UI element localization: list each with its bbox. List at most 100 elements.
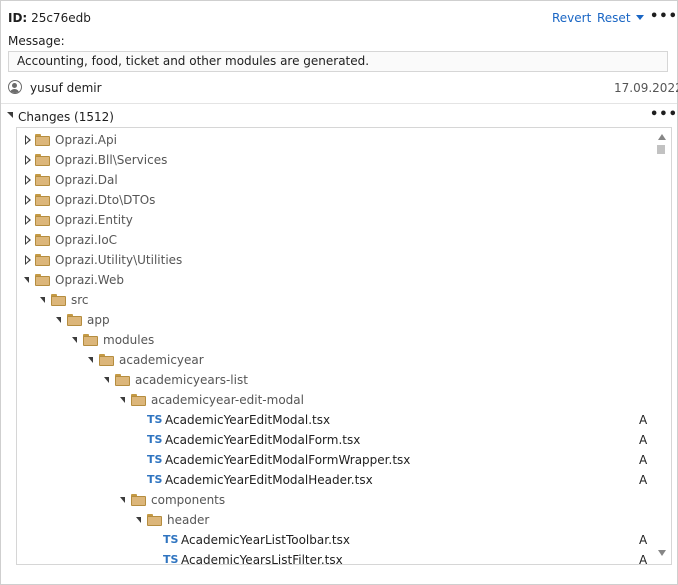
chevron-expanded-icon[interactable] xyxy=(119,490,129,510)
tree-item-label: AcademicYearsListFilter.tsx xyxy=(181,553,343,565)
tree-item-label: AcademicYearListToolbar.tsx xyxy=(181,533,350,547)
commit-id-value: 25c76edb xyxy=(31,11,91,25)
changes-header[interactable]: Changes (1512) xyxy=(18,110,114,124)
folder-icon xyxy=(51,294,66,306)
change-status-badge: A xyxy=(639,533,648,547)
tree-item-label: Oprazi.IoC xyxy=(55,233,118,247)
tree-folder-row[interactable]: academicyear xyxy=(17,350,647,370)
folder-icon xyxy=(131,494,146,506)
chevron-collapsed-icon[interactable] xyxy=(23,170,33,190)
folder-icon xyxy=(83,334,98,346)
chevron-collapsed-icon[interactable] xyxy=(23,230,33,250)
scrollbar-thumb[interactable] xyxy=(657,145,665,154)
chevron-collapsed-icon[interactable] xyxy=(23,130,33,150)
changes-collapse-toggle-icon[interactable] xyxy=(7,112,13,118)
typescript-file-icon: TS xyxy=(147,413,163,426)
chevron-expanded-icon[interactable] xyxy=(119,390,129,410)
tree-folder-row[interactable]: Oprazi.IoC xyxy=(17,230,647,250)
scroll-up-icon[interactable] xyxy=(658,134,666,140)
chevron-collapsed-icon[interactable] xyxy=(23,250,33,270)
commit-date: 17.09.2022 xyxy=(614,81,678,95)
tree-folder-row[interactable]: Oprazi.Utility\Utilities xyxy=(17,250,647,270)
change-status-badge: A xyxy=(639,413,648,427)
tree-item-label: Oprazi.Web xyxy=(55,273,124,287)
folder-icon xyxy=(131,394,146,406)
chevron-expanded-icon[interactable] xyxy=(23,270,33,290)
tree-file-row[interactable]: TS AcademicYearEditModalForm.tsx A xyxy=(17,430,647,450)
revert-button[interactable]: Revert xyxy=(552,11,591,25)
tree-item-label: Oprazi.Api xyxy=(55,133,117,147)
chevron-collapsed-icon[interactable] xyxy=(23,150,33,170)
chevron-expanded-icon[interactable] xyxy=(135,510,145,530)
tree-folder-row[interactable]: Oprazi.Bll\Services xyxy=(17,150,647,170)
chevron-expanded-icon[interactable] xyxy=(87,350,97,370)
tree-file-row[interactable]: TS AcademicYearListToolbar.tsx A xyxy=(17,530,647,550)
commit-message-field[interactable]: Accounting, food, ticket and other modul… xyxy=(8,51,668,72)
tree-file-row[interactable]: TS AcademicYearEditModalFormWrapper.tsx A xyxy=(17,450,647,470)
tree-folder-row[interactable]: academicyears-list xyxy=(17,370,647,390)
tree-folder-row[interactable]: app xyxy=(17,310,647,330)
commit-message-text: Accounting, food, ticket and other modul… xyxy=(17,54,370,68)
message-label: Message: xyxy=(8,34,65,48)
chevron-expanded-icon[interactable] xyxy=(55,310,65,330)
tree-folder-row[interactable]: src xyxy=(17,290,647,310)
tree-folder-row[interactable]: academicyear-edit-modal xyxy=(17,390,647,410)
tree-item-label: Oprazi.Bll\Services xyxy=(55,153,168,167)
more-actions-button[interactable]: ••• xyxy=(650,9,678,24)
tree-item-label: header xyxy=(167,513,210,527)
tree-file-row[interactable]: TS AcademicYearEditModalHeader.tsx A xyxy=(17,470,647,490)
tree-folder-row[interactable]: modules xyxy=(17,330,647,350)
tree-folder-row[interactable]: Oprazi.Web xyxy=(17,270,647,290)
tree-item-label: AcademicYearEditModalFormWrapper.tsx xyxy=(165,453,411,467)
folder-icon xyxy=(35,234,50,246)
tree-item-label: AcademicYearEditModalHeader.tsx xyxy=(165,473,373,487)
tree-item-label: academicyear-edit-modal xyxy=(151,393,304,407)
folder-icon xyxy=(147,514,162,526)
folder-icon xyxy=(35,154,50,166)
change-status-badge: A xyxy=(639,553,648,565)
folder-icon xyxy=(67,314,82,326)
chevron-expanded-icon[interactable] xyxy=(71,330,81,350)
typescript-file-icon: TS xyxy=(147,453,163,466)
tree-folder-row[interactable]: Oprazi.Entity xyxy=(17,210,647,230)
tree-item-label: AcademicYearEditModal.tsx xyxy=(165,413,331,427)
commit-id: ID: 25c76edb xyxy=(8,11,91,25)
vertical-scrollbar[interactable] xyxy=(655,129,669,561)
author-name: yusuf demir xyxy=(30,81,102,95)
folder-icon xyxy=(35,254,50,266)
tree-item-label: app xyxy=(87,313,110,327)
chevron-collapsed-icon[interactable] xyxy=(23,210,33,230)
tree-item-label: Oprazi.Entity xyxy=(55,213,133,227)
changes-tree: Oprazi.Api Oprazi.Bll\Services Oprazi.Dal O… xyxy=(16,127,672,565)
chevron-collapsed-icon[interactable] xyxy=(23,190,33,210)
typescript-file-icon: TS xyxy=(163,553,179,565)
folder-icon xyxy=(35,274,50,286)
tree-folder-row[interactable]: header xyxy=(17,510,647,530)
tree-item-label: Oprazi.Dto\DTOs xyxy=(55,193,156,207)
chevron-expanded-icon[interactable] xyxy=(39,290,49,310)
change-status-badge: A xyxy=(639,453,648,467)
folder-icon xyxy=(35,194,50,206)
folder-icon xyxy=(35,174,50,186)
tree-item-label: academicyear xyxy=(119,353,204,367)
folder-icon xyxy=(115,374,130,386)
user-icon xyxy=(8,80,22,94)
tree-folder-row[interactable]: Oprazi.Dal xyxy=(17,170,647,190)
commit-id-label: ID: xyxy=(8,11,28,25)
chevron-down-icon xyxy=(635,15,644,20)
typescript-file-icon: TS xyxy=(147,433,163,446)
tree-item-label: academicyears-list xyxy=(135,373,248,387)
chevron-expanded-icon[interactable] xyxy=(103,370,113,390)
tree-file-row[interactable]: TS AcademicYearsListFilter.tsx A xyxy=(17,550,648,565)
change-status-badge: A xyxy=(639,433,648,447)
divider xyxy=(1,103,677,104)
tree-item-label: components xyxy=(151,493,226,507)
tree-item-label: Oprazi.Dal xyxy=(55,173,118,187)
tree-folder-row[interactable]: Oprazi.Api xyxy=(17,130,647,150)
tree-file-row[interactable]: TS AcademicYearEditModal.tsx A xyxy=(17,410,647,430)
tree-folder-row[interactable]: components xyxy=(17,490,647,510)
changes-more-actions-button[interactable]: ••• xyxy=(650,107,678,122)
reset-dropdown-button[interactable]: Reset xyxy=(597,11,644,25)
scroll-down-icon[interactable] xyxy=(658,550,666,556)
tree-folder-row[interactable]: Oprazi.Dto\DTOs xyxy=(17,190,647,210)
